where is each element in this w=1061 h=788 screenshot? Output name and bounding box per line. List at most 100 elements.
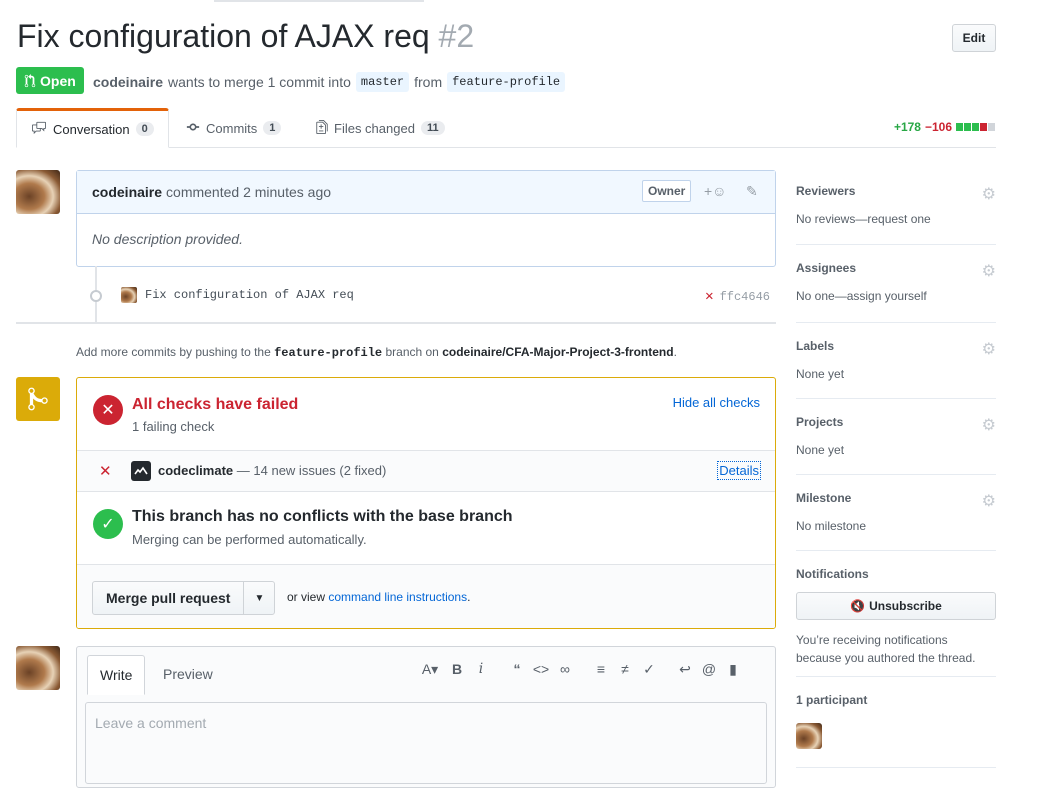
italic-icon[interactable]: i <box>469 661 493 678</box>
gear-icon[interactable]: ⚙ <box>982 261 996 281</box>
tasklist-icon[interactable]: ✓ <box>637 661 661 678</box>
tab-commits-label: Commits <box>206 120 258 136</box>
pr-tabs: Conversation 0 Commits 1 Files changed 1… <box>16 108 996 148</box>
comment-body: No description provided. <box>92 231 243 247</box>
sidebar-heading[interactable]: Labels <box>796 323 996 353</box>
triangle-down-icon: ▼ <box>254 592 265 604</box>
meta-text: wants to merge 1 commit into <box>168 74 351 90</box>
sidebar-value: No milestone <box>796 519 867 533</box>
notifications-reason: You’re receiving notifications because y… <box>796 631 996 667</box>
merge-pull-request-button[interactable]: Merge pull request <box>93 582 245 614</box>
avatar[interactable] <box>16 170 60 214</box>
sidebar-milestone: Milestone ⚙ No milestone <box>796 475 996 551</box>
check-name: codeclimate <box>158 463 234 478</box>
add-reaction-icon[interactable]: +☺ <box>704 183 726 199</box>
pr-meta: codeinaire wants to merge 1 commit into … <box>93 72 566 92</box>
notifications-reason-line1: You’re receiving notifications <box>796 633 948 647</box>
sidebar-assignees: Assignees ⚙ No one—assign yourself <box>796 245 996 323</box>
gear-icon[interactable]: ⚙ <box>982 339 996 359</box>
state-badge: Open <box>16 67 84 94</box>
link-icon[interactable]: ∞ <box>553 661 577 678</box>
sidebar: Reviewers ⚙ No reviews—request one Assig… <box>796 170 996 768</box>
tab-conversation-count: 0 <box>135 122 154 136</box>
merge-actions: Merge pull request ▼ or view command lin… <box>77 565 775 628</box>
checks-heading: All checks have failed <box>132 396 299 413</box>
base-branch[interactable]: master <box>355 72 410 92</box>
merge-box: ✕ All checks have failed 1 failing check… <box>76 377 776 629</box>
avatar[interactable] <box>16 646 60 690</box>
push-note-repo[interactable]: codeinaire/CFA-Major-Project-3-frontend <box>442 345 673 359</box>
comment-discussion-icon <box>31 121 47 138</box>
sidebar-heading: 1 participant <box>796 693 868 707</box>
hide-checks-link[interactable]: Hide all checks <box>673 395 760 410</box>
code-icon[interactable]: <> <box>529 661 553 678</box>
check-row: ✕ codeclimate — 14 new issues (2 fixed) … <box>77 451 775 492</box>
tab-files-changed[interactable]: Files changed 11 <box>316 109 445 147</box>
cli-suffix: . <box>467 590 471 604</box>
meta-from: from <box>414 74 443 90</box>
bold-icon[interactable]: B <box>445 661 469 678</box>
codeclimate-logo-icon <box>131 461 151 481</box>
pr-title-text: Fix configuration of AJAX req <box>17 18 430 54</box>
sidebar-heading[interactable]: Projects <box>796 399 996 429</box>
tab-conversation-label: Conversation <box>53 121 130 137</box>
conflicts-section: ✓ This branch has no conflicts with the … <box>77 492 775 565</box>
sidebar-value: None yet <box>796 367 845 381</box>
sidebar-reviewers: Reviewers ⚙ No reviews—request one <box>796 170 996 245</box>
git-merge-icon <box>16 377 60 421</box>
commit-message[interactable]: Fix configuration of AJAX req <box>145 288 354 302</box>
x-fail-icon[interactable]: ✕ <box>705 288 713 305</box>
text-size-icon[interactable]: A▾ <box>415 661 445 678</box>
file-diff-icon <box>316 119 328 137</box>
push-note-middle: branch on <box>385 345 439 359</box>
quote-icon[interactable]: “ <box>505 661 529 678</box>
sidebar-value[interactable]: No one—assign yourself <box>796 289 996 303</box>
conflicts-heading: This branch has no conflicts with the ba… <box>132 508 513 525</box>
commit-avatar[interactable] <box>121 287 137 303</box>
comment-textarea[interactable]: Leave a comment <box>85 702 767 784</box>
unsubscribe-button[interactable]: 🔇 Unsubscribe <box>796 592 996 620</box>
gear-icon[interactable]: ⚙ <box>982 184 996 204</box>
diffstat-bar <box>956 120 996 134</box>
sidebar-projects: Projects ⚙ None yet <box>796 399 996 475</box>
reply-icon[interactable]: ↩ <box>673 661 697 678</box>
author-link[interactable]: codeinaire <box>93 74 163 90</box>
ordered-list-icon[interactable]: ≠ <box>613 661 637 678</box>
check-text: codeclimate — 14 new issues (2 fixed) <box>158 463 386 478</box>
details-link[interactable]: Details <box>717 461 761 480</box>
commit-row: Fix configuration of AJAX req ✕ ffc4646 <box>90 286 770 305</box>
new-comment-form: Write Preview A▾ B i “ <> ∞ ≡ ≠ ✓ ↩ @ ▮ … <box>76 646 776 788</box>
merge-method-dropdown[interactable]: ▼ <box>244 582 274 614</box>
gear-icon[interactable]: ⚙ <box>982 491 996 511</box>
unsubscribe-label: Unsubscribe <box>869 599 942 613</box>
sidebar-participants: 1 participant <box>796 677 996 768</box>
tab-conversation[interactable]: Conversation 0 <box>16 108 169 148</box>
comment-author[interactable]: codeinaire <box>92 184 162 200</box>
mention-icon[interactable]: @ <box>697 661 721 678</box>
sidebar-heading[interactable]: Milestone <box>796 475 996 505</box>
tab-write[interactable]: Write <box>87 655 146 695</box>
check-circle-icon: ✓ <box>93 509 123 539</box>
bookmark-icon[interactable]: ▮ <box>721 661 745 678</box>
check-desc: — 14 new issues (2 fixed) <box>236 463 387 478</box>
sidebar-heading[interactable]: Reviewers <box>796 170 996 198</box>
gear-icon[interactable]: ⚙ <box>982 415 996 435</box>
participant-avatar[interactable] <box>796 723 822 749</box>
unordered-list-icon[interactable]: ≡ <box>589 661 613 678</box>
command-line-link[interactable]: command line instructions <box>328 590 467 604</box>
tab-preview[interactable]: Preview <box>151 655 225 693</box>
tab-files-count: 11 <box>420 121 445 135</box>
sidebar-labels: Labels ⚙ None yet <box>796 323 996 399</box>
diffstat: +178 −106 <box>894 120 996 134</box>
pencil-icon[interactable]: ✎ <box>746 183 758 200</box>
sidebar-heading[interactable]: Assignees <box>796 245 996 275</box>
tab-commits[interactable]: Commits 1 <box>186 109 282 147</box>
git-commit-dot-icon <box>90 290 102 302</box>
edit-button[interactable]: Edit <box>952 24 996 52</box>
git-commit-icon <box>186 120 200 137</box>
commit-sha[interactable]: ffc4646 <box>720 290 770 304</box>
pr-number: #2 <box>438 18 475 54</box>
sidebar-heading: Notifications <box>796 567 869 581</box>
head-branch[interactable]: feature-profile <box>447 72 566 92</box>
comment-timestamp[interactable]: commented 2 minutes ago <box>166 184 331 200</box>
